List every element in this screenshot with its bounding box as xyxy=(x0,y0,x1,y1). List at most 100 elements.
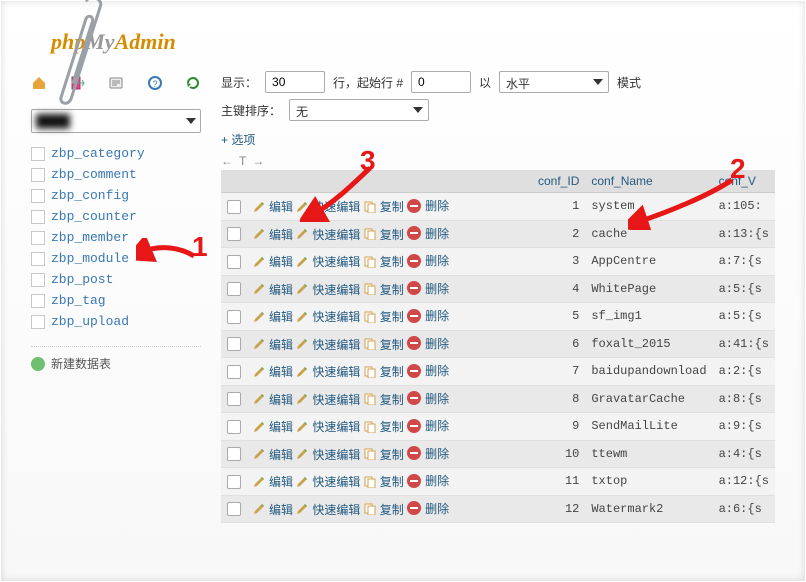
edit-link[interactable]: 编辑 xyxy=(253,473,293,490)
table-link[interactable]: zbp_comment xyxy=(51,167,137,182)
sort-toggle[interactable]: T xyxy=(239,154,246,168)
copy-link[interactable]: 复制 xyxy=(364,501,404,518)
main-panel: 显示： 行，起始行 # 以 水平 模式 主键排序： 无 + 选项 xyxy=(221,71,775,523)
edit-link[interactable]: 编辑 xyxy=(253,501,293,518)
inline-edit-link[interactable]: 快速编辑 xyxy=(296,308,360,325)
chevron-down-icon xyxy=(186,118,196,124)
edit-link[interactable]: 编辑 xyxy=(253,253,293,270)
row-checkbox[interactable] xyxy=(227,337,241,351)
row-checkbox[interactable] xyxy=(227,310,241,324)
inline-edit-link[interactable]: 快速编辑 xyxy=(296,418,360,435)
edit-link[interactable]: 编辑 xyxy=(253,418,293,435)
rows-count-input[interactable] xyxy=(265,71,325,93)
pk-sort-select[interactable]: 无 xyxy=(289,99,429,121)
delete-link[interactable]: 删除 xyxy=(407,197,449,214)
delete-link[interactable]: 删除 xyxy=(407,335,449,352)
copy-link[interactable]: 复制 xyxy=(364,363,404,380)
display-mode-select[interactable]: 水平 xyxy=(499,71,609,93)
delete-link[interactable]: 删除 xyxy=(407,225,449,242)
docs-icon[interactable]: ? xyxy=(147,75,163,91)
col-conf-id[interactable]: conf_ID xyxy=(526,170,585,193)
rows-start-label: 行，起始行 # xyxy=(333,74,403,91)
table-link[interactable]: zbp_counter xyxy=(51,209,137,224)
sql-icon[interactable] xyxy=(108,75,124,91)
prev-icon[interactable]: ← xyxy=(221,154,233,168)
edit-link[interactable]: 编辑 xyxy=(253,391,293,408)
table-link[interactable]: zbp_tag xyxy=(51,293,106,308)
copy-link[interactable]: 复制 xyxy=(364,336,404,353)
delete-link[interactable]: 删除 xyxy=(407,500,449,517)
delete-link[interactable]: 删除 xyxy=(407,307,449,324)
chevron-down-icon xyxy=(413,107,423,113)
copy-link[interactable]: 复制 xyxy=(364,418,404,435)
row-checkbox[interactable] xyxy=(227,392,241,406)
table-link[interactable]: zbp_post xyxy=(51,272,113,287)
table-link[interactable]: zbp_member xyxy=(51,230,129,245)
edit-link[interactable]: 编辑 xyxy=(253,363,293,380)
row-checkbox[interactable] xyxy=(227,420,241,434)
table-link[interactable]: zbp_upload xyxy=(51,314,129,329)
sidebar-table-item[interactable]: zbp_counter xyxy=(31,206,201,227)
refresh-icon[interactable] xyxy=(185,75,201,91)
sidebar-table-item[interactable]: zbp_category xyxy=(31,143,201,164)
delete-link[interactable]: 删除 xyxy=(407,252,449,269)
row-checkbox[interactable] xyxy=(227,282,241,296)
inline-edit-link[interactable]: 快速编辑 xyxy=(296,501,360,518)
sidebar-table-item[interactable]: zbp_upload xyxy=(31,311,201,332)
delete-link[interactable]: 删除 xyxy=(407,445,449,462)
inline-edit-link[interactable]: 快速编辑 xyxy=(296,473,360,490)
copy-link[interactable]: 复制 xyxy=(364,473,404,490)
pk-sort-label: 主键排序： xyxy=(221,102,281,119)
edit-link[interactable]: 编辑 xyxy=(253,336,293,353)
row-checkbox[interactable] xyxy=(227,502,241,516)
copy-link[interactable]: 复制 xyxy=(364,391,404,408)
sidebar-table-item[interactable]: zbp_comment xyxy=(31,164,201,185)
copy-link[interactable]: 复制 xyxy=(364,226,404,243)
delete-link[interactable]: 删除 xyxy=(407,362,449,379)
edit-link[interactable]: 编辑 xyxy=(253,281,293,298)
edit-link[interactable]: 编辑 xyxy=(253,198,293,215)
delete-link[interactable]: 删除 xyxy=(407,280,449,297)
copy-link[interactable]: 复制 xyxy=(364,446,404,463)
inline-edit-link[interactable]: 快速编辑 xyxy=(296,446,360,463)
row-checkbox[interactable] xyxy=(227,200,241,214)
delete-link[interactable]: 删除 xyxy=(407,390,449,407)
edit-link[interactable]: 编辑 xyxy=(253,446,293,463)
delete-link[interactable]: 删除 xyxy=(407,472,449,489)
table-icon xyxy=(31,273,45,287)
annotation-1-arrow xyxy=(136,238,198,278)
edit-link[interactable]: 编辑 xyxy=(253,308,293,325)
new-table-button[interactable]: 新建数据表 xyxy=(31,346,201,372)
inline-edit-link[interactable]: 快速编辑 xyxy=(296,281,360,298)
table-row: 编辑 快速编辑 复制 删除4WhitePagea:5:{s xyxy=(221,275,775,303)
row-checkbox[interactable] xyxy=(227,255,241,269)
row-checkbox[interactable] xyxy=(227,475,241,489)
inline-edit-link[interactable]: 快速编辑 xyxy=(296,363,360,380)
next-icon[interactable]: → xyxy=(252,154,264,168)
table-row: 编辑 快速编辑 复制 删除11txtopa:12:{s xyxy=(221,468,775,496)
cell-conf-id: 6 xyxy=(526,330,585,358)
mode-trailing-label: 模式 xyxy=(617,74,641,91)
home-icon[interactable] xyxy=(31,75,47,91)
inline-edit-link[interactable]: 快速编辑 xyxy=(296,226,360,243)
delete-link[interactable]: 删除 xyxy=(407,417,449,434)
inline-edit-link[interactable]: 快速编辑 xyxy=(296,253,360,270)
copy-link[interactable]: 复制 xyxy=(364,308,404,325)
copy-link[interactable]: 复制 xyxy=(364,253,404,270)
inline-edit-link[interactable]: 快速编辑 xyxy=(296,391,360,408)
brand-logo: phpMyAdmin xyxy=(31,31,775,53)
edit-link[interactable]: 编辑 xyxy=(253,226,293,243)
row-checkbox[interactable] xyxy=(227,365,241,379)
options-link[interactable]: + 选项 xyxy=(221,131,775,148)
inline-edit-link[interactable]: 快速编辑 xyxy=(296,336,360,353)
table-link[interactable]: zbp_module xyxy=(51,251,129,266)
table-link[interactable]: zbp_config xyxy=(51,188,129,203)
sidebar-table-item[interactable]: zbp_config xyxy=(31,185,201,206)
row-checkbox[interactable] xyxy=(227,227,241,241)
cell-conf-id: 2 xyxy=(526,220,585,248)
row-checkbox[interactable] xyxy=(227,447,241,461)
start-row-input[interactable] xyxy=(411,71,471,93)
table-link[interactable]: zbp_category xyxy=(51,146,145,161)
sidebar-table-item[interactable]: zbp_tag xyxy=(31,290,201,311)
copy-link[interactable]: 复制 xyxy=(364,281,404,298)
